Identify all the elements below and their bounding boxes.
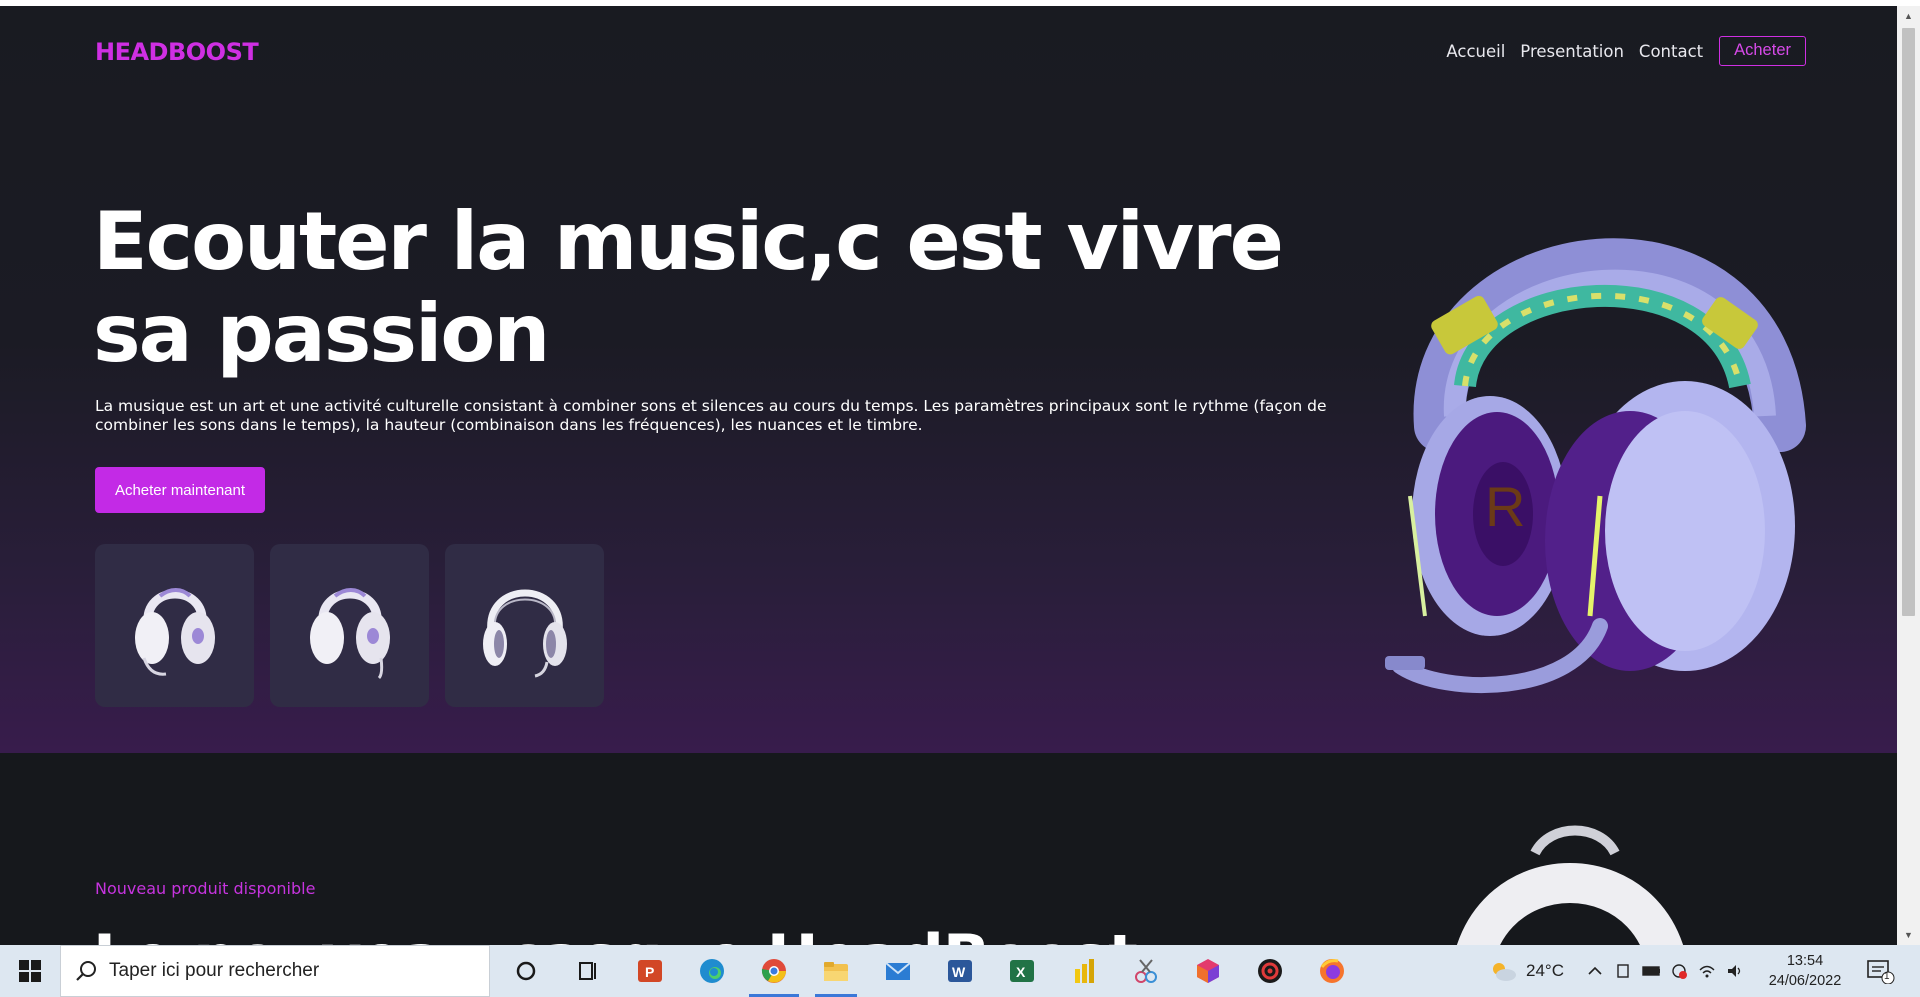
svg-text:R: R xyxy=(1485,475,1525,538)
battery-icon[interactable] xyxy=(1642,962,1660,980)
taskbar-search[interactable] xyxy=(60,945,490,997)
svg-text:P: P xyxy=(645,964,654,980)
word-icon[interactable]: W xyxy=(929,945,991,997)
weather-widget[interactable]: 24°C xyxy=(1488,960,1564,982)
task-view-icon[interactable] xyxy=(557,945,619,997)
taskbar-apps: P W X xyxy=(495,945,1363,997)
scroll-thumb[interactable] xyxy=(1902,28,1915,616)
product-thumbnails xyxy=(95,544,604,707)
headset-icon xyxy=(134,587,215,676)
weather-temperature: 24°C xyxy=(1526,961,1564,980)
windows-logo-icon xyxy=(19,960,41,982)
hero-description: La musique est un art et une activité cu… xyxy=(95,397,1327,434)
scroll-down-arrow-icon[interactable]: ▼ xyxy=(1897,927,1920,943)
network-disconnected-icon[interactable] xyxy=(1670,962,1688,980)
settings-gear-app-icon[interactable] xyxy=(1239,945,1301,997)
start-button[interactable] xyxy=(0,945,60,997)
chevron-up-icon[interactable] xyxy=(1586,962,1604,980)
excel-icon[interactable]: X xyxy=(991,945,1053,997)
top-nav: Accueil Presentation Contact Acheter xyxy=(1446,36,1806,66)
app-cube-icon[interactable] xyxy=(1177,945,1239,997)
new-product-kicker: Nouveau produit disponible xyxy=(95,879,316,898)
buy-now-button[interactable]: Acheter maintenant xyxy=(95,467,265,513)
system-tray: 24°C xyxy=(1488,945,1744,997)
new-product-title: Le nouveau casque HeadBoost xyxy=(93,921,1138,945)
page-scrollbar[interactable]: ▲ ▼ xyxy=(1897,6,1920,945)
taskbar-clock[interactable]: 13:54 24/06/2022 xyxy=(1760,951,1850,991)
chrome-icon[interactable] xyxy=(743,945,805,997)
nav-buy-button[interactable]: Acheter xyxy=(1719,36,1806,66)
nav-link-contact[interactable]: Contact xyxy=(1639,42,1703,61)
new-product-section: Nouveau produit disponible Le nouveau ca… xyxy=(0,753,1897,945)
svg-text:W: W xyxy=(952,964,966,980)
wifi-icon[interactable] xyxy=(1698,962,1716,980)
search-icon xyxy=(76,961,96,981)
file-explorer-icon[interactable] xyxy=(805,945,867,997)
clock-date: 24/06/2022 xyxy=(1768,973,1842,989)
new-product-image xyxy=(1440,803,1700,945)
hero-title: Ecouter la music,c est vivre sa passion xyxy=(93,195,1284,380)
mail-icon[interactable] xyxy=(867,945,929,997)
firefox-icon[interactable] xyxy=(1301,945,1363,997)
snipping-icon[interactable] xyxy=(1115,945,1177,997)
partly-cloudy-icon xyxy=(1493,963,1516,981)
windows-taskbar: P W X xyxy=(0,945,1920,997)
scroll-up-arrow-icon[interactable]: ▲ xyxy=(1897,8,1920,24)
headset-thumbnail-2[interactable] xyxy=(270,544,429,707)
headset-thumbnail-3[interactable] xyxy=(445,544,604,707)
headset-thumbnail-1[interactable] xyxy=(95,544,254,707)
nav-link-presentation[interactable]: Presentation xyxy=(1520,42,1624,61)
hero-product-image: R xyxy=(1385,196,1815,716)
tray-icons xyxy=(1586,962,1744,980)
volume-icon[interactable] xyxy=(1726,962,1744,980)
clock-time: 13:54 xyxy=(1786,953,1824,969)
nav-link-accueil[interactable]: Accueil xyxy=(1446,42,1505,61)
svg-text:X: X xyxy=(1016,964,1026,980)
headset-icon xyxy=(482,589,567,677)
page-viewport: HEADBOOST Accueil Presentation Contact A… xyxy=(0,6,1897,945)
notification-count: 1 xyxy=(1884,971,1890,982)
headset-icon xyxy=(309,587,390,679)
powerpoint-icon[interactable]: P xyxy=(619,945,681,997)
brand-logo[interactable]: HEADBOOST xyxy=(95,38,259,66)
hero-section: HEADBOOST Accueil Presentation Contact A… xyxy=(0,6,1897,753)
cortana-icon[interactable] xyxy=(495,945,557,997)
edge-icon[interactable] xyxy=(681,945,743,997)
taskbar-search-input[interactable] xyxy=(109,960,469,982)
device-icon[interactable] xyxy=(1614,962,1632,980)
power-bi-icon[interactable] xyxy=(1053,945,1115,997)
notification-center-icon[interactable]: 1 xyxy=(1862,955,1898,987)
